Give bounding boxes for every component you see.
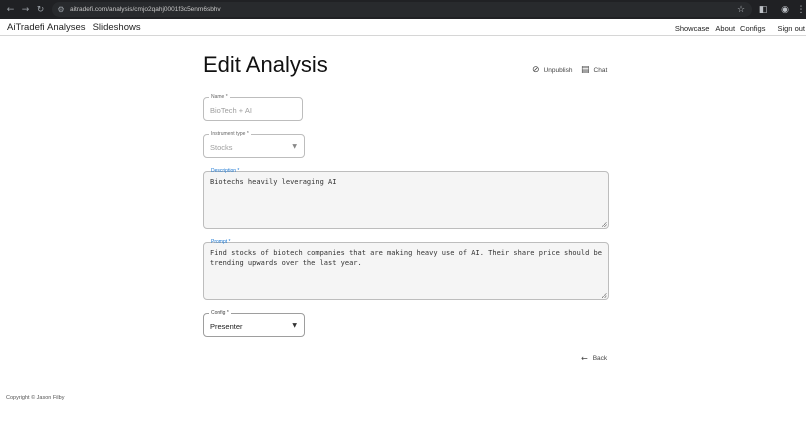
nav-link-slideshows[interactable]: Slideshows [93,22,141,33]
chevron-down-icon[interactable]: ▼ [292,143,297,150]
eye-off-icon: ⊘ [532,65,540,75]
menu-kebab-icon[interactable]: ⋮ [796,5,806,15]
instrument-type-select[interactable]: Instrument type * Stocks ▼ [203,130,305,158]
nav-link-about[interactable]: About [715,24,735,33]
extensions-icon[interactable]: ◧ [752,5,774,15]
footer-copyright: Copyright © Jason Filby [6,395,65,401]
name-field[interactable]: Name * BioTech + AI [203,93,303,121]
prompt-line-1: Find stocks of biotech companies that ar… [210,249,602,257]
unpublish-label: Unpublish [543,66,573,74]
nav-link-analyses[interactable]: Analyses [47,22,86,33]
site-info-icon[interactable]: ⚙ [54,5,68,14]
brand-link[interactable]: AiTradefi [7,22,45,33]
back-label: Back [592,355,608,362]
resize-handle-icon[interactable] [602,293,607,298]
app-navbar: AiTradefi Analyses Slideshows Showcase A… [0,19,806,36]
chat-label: Chat [593,66,608,74]
prompt-line-2: trending upwards over the last year. [210,258,362,267]
chat-bubble-icon: ▤ [581,65,590,75]
instrument-type-label: Instrument type * [209,130,251,138]
name-field-value[interactable]: BioTech + AI [210,106,252,115]
nav-link-showcase[interactable]: Showcase [675,24,710,33]
config-select[interactable]: Config * Presenter ▼ [203,309,305,337]
back-arrow-icon[interactable]: ← [3,0,18,19]
description-label: Description * [211,168,240,174]
config-label: Config * [209,309,231,317]
back-button[interactable]: ← Back [581,354,607,363]
address-bar[interactable]: ⚙ aitradefi.com/analysis/cmjo2qahj0001f3… [52,2,752,17]
description-value[interactable]: Biotechs heavily leveraging AI [210,178,336,188]
nav-link-configs[interactable]: Configs [740,24,765,33]
forward-arrow-icon[interactable]: → [18,0,33,19]
prompt-textarea[interactable]: Prompt * Find stocks of biotech companie… [203,239,609,300]
prompt-label: Prompt * [211,239,231,245]
page-title: Edit Analysis [203,52,328,77]
nav-link-sign-out[interactable]: Sign out [777,24,805,33]
unpublish-button[interactable]: ⊘ Unpublish [532,65,572,75]
chevron-down-icon[interactable]: ▼ [292,322,297,329]
chat-button[interactable]: ▤ Chat [581,65,607,75]
arrow-left-icon: ← [581,354,588,363]
browser-toolbar: ← → ↻ ⚙ aitradefi.com/analysis/cmjo2qahj… [0,0,806,19]
resize-handle-icon[interactable] [602,222,607,227]
config-value[interactable]: Presenter [210,322,243,331]
bookmark-star-icon[interactable]: ☆ [730,5,752,15]
instrument-type-value[interactable]: Stocks [210,143,233,152]
description-textarea[interactable]: Description * Biotechs heavily leveragin… [203,168,609,229]
prompt-value[interactable]: Find stocks of biotech companies that ar… [210,249,602,268]
profile-icon[interactable]: ◉ [774,5,796,15]
reload-icon[interactable]: ↻ [33,0,48,19]
url-text[interactable]: aitradefi.com/analysis/cmjo2qahj0001f3c5… [70,6,221,13]
name-field-label: Name * [209,93,230,101]
